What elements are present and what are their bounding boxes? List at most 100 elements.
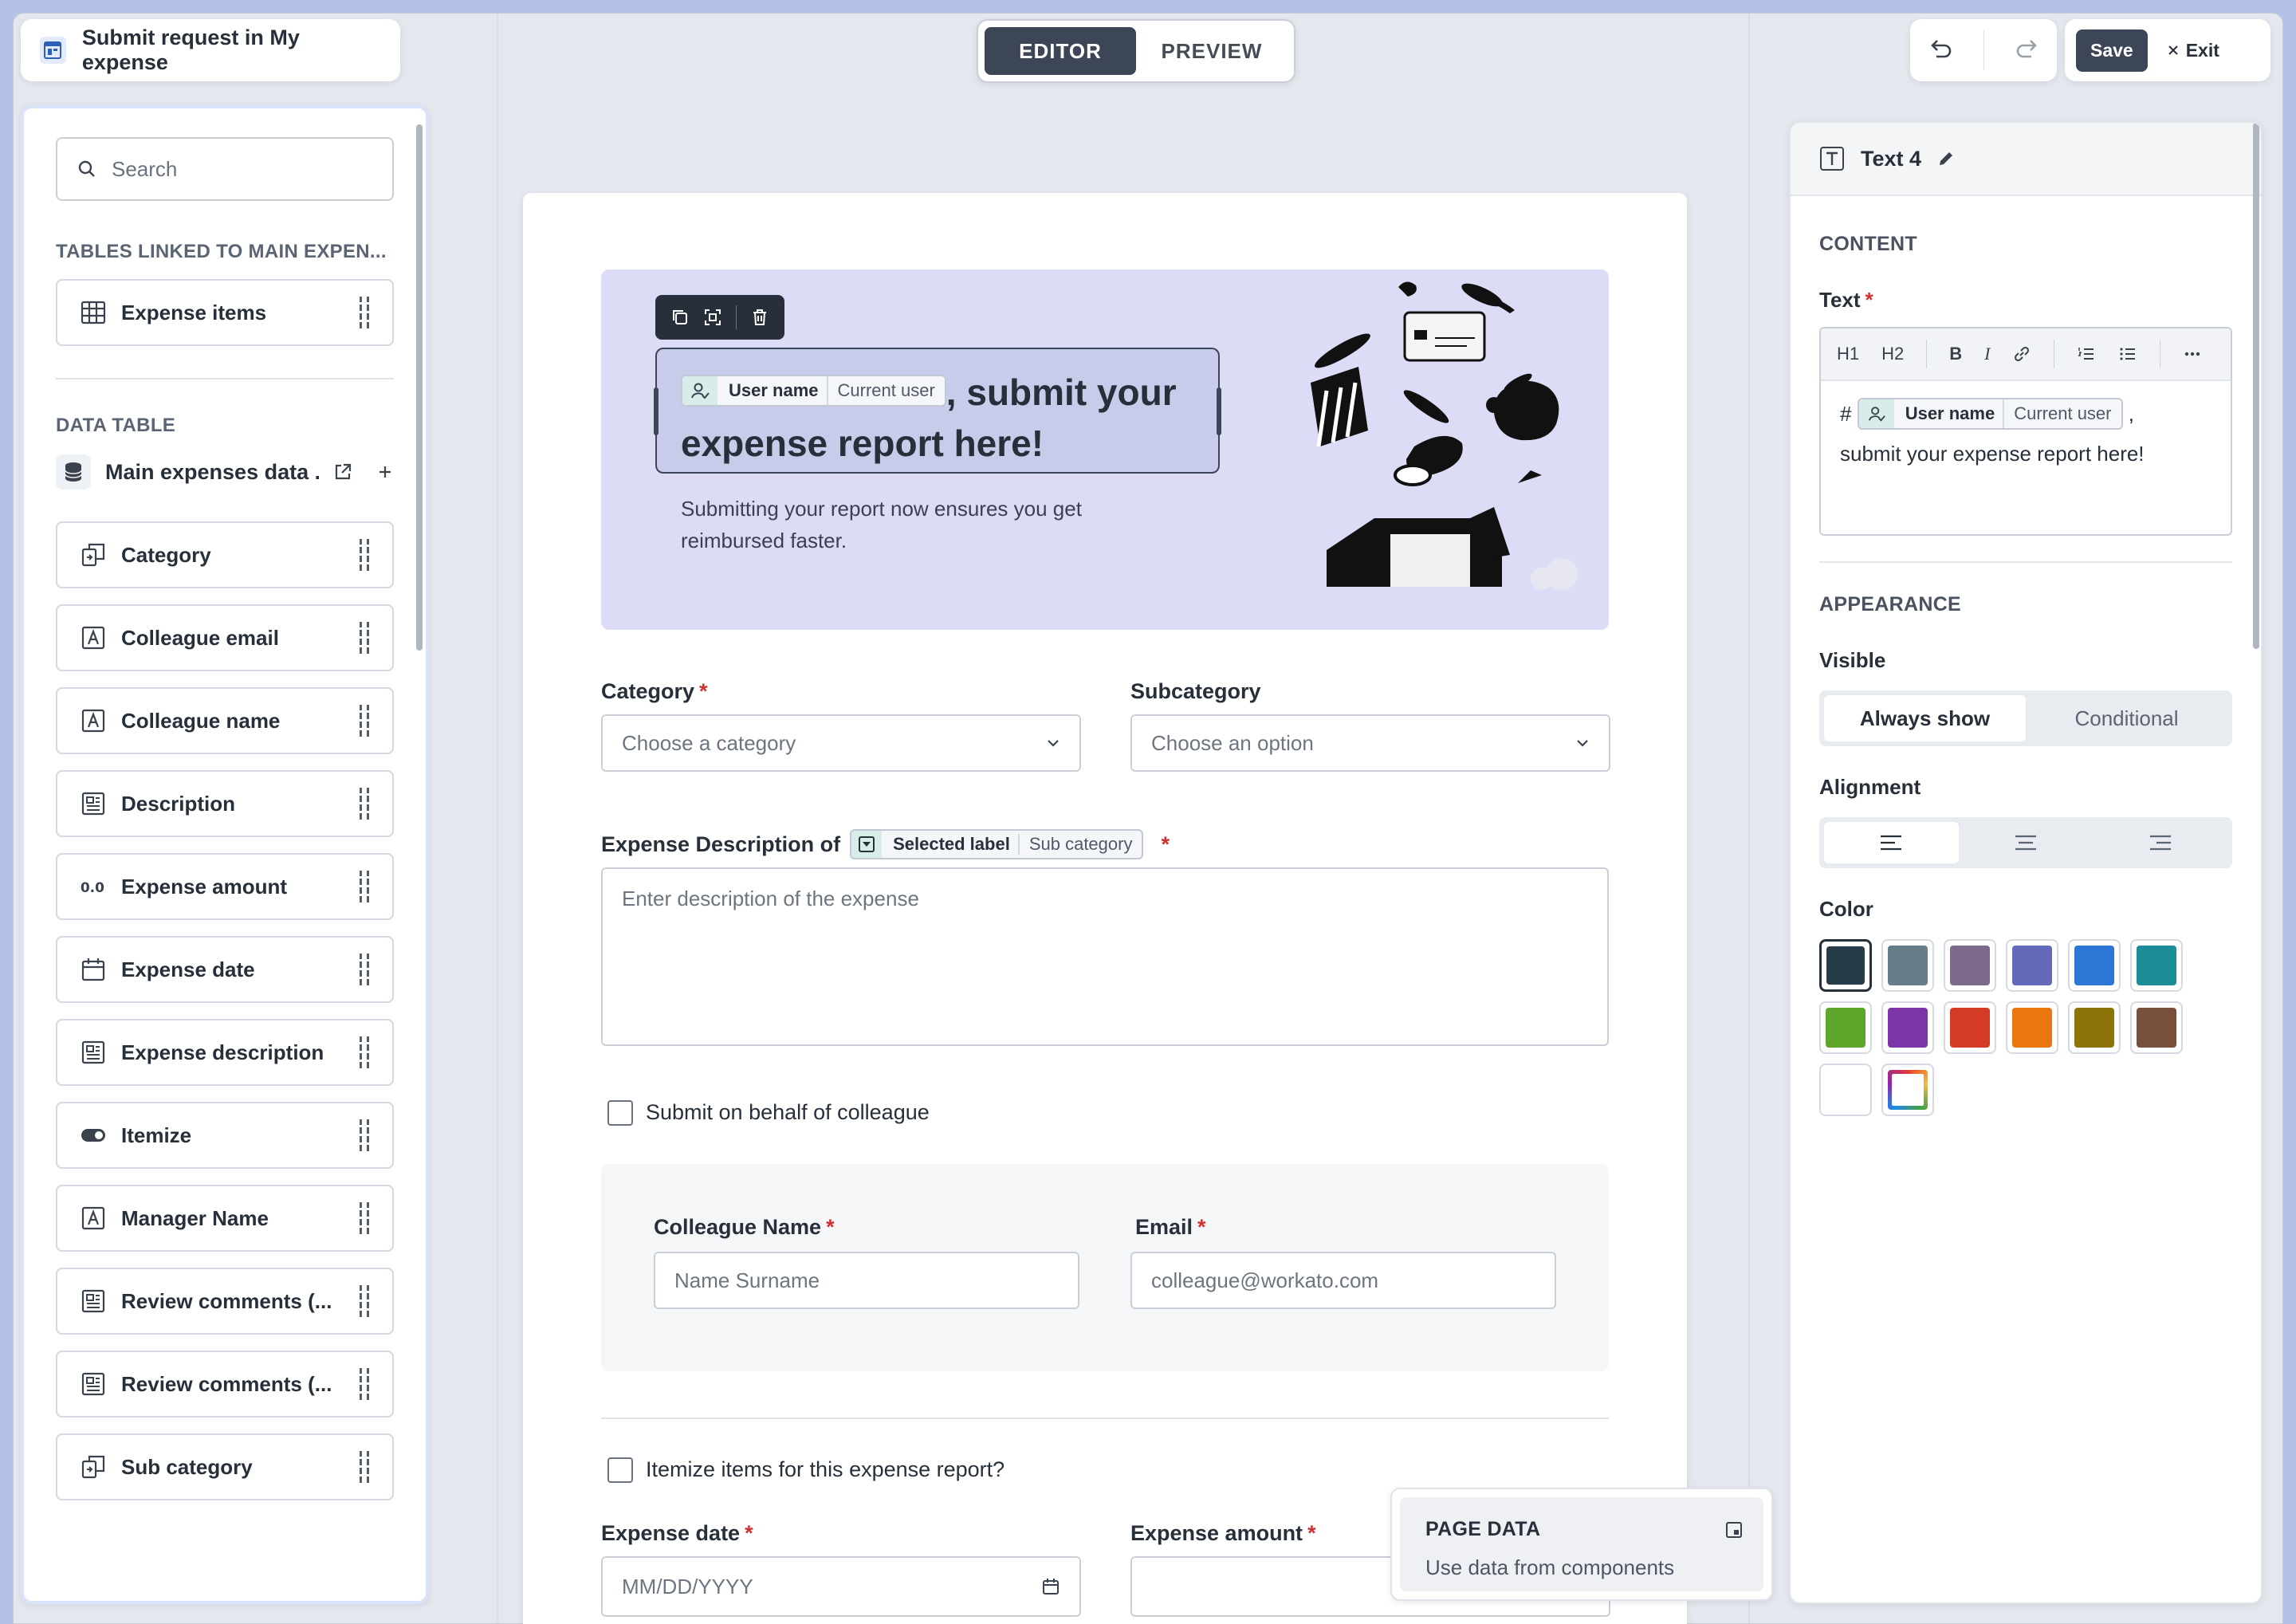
field-item[interactable]: Expense date <box>56 936 394 1003</box>
page-data-popover[interactable]: PAGE DATA Use data from components <box>1390 1488 1773 1601</box>
divider <box>736 305 737 329</box>
description-variable-chip[interactable]: Selected label Sub category <box>850 829 1144 859</box>
color-swatch[interactable] <box>2006 939 2058 992</box>
drag-handle-icon[interactable] <box>357 1366 372 1402</box>
open-external-icon[interactable] <box>333 462 352 482</box>
drag-handle-icon[interactable] <box>357 295 372 330</box>
custom-color-swatch[interactable] <box>1881 1064 1934 1116</box>
drag-handle-icon[interactable] <box>357 537 372 572</box>
color-swatch[interactable] <box>2068 1001 2121 1054</box>
drag-handle-icon[interactable] <box>357 952 372 987</box>
tab-editor[interactable]: EDITOR <box>985 27 1136 75</box>
editor-variable-chip[interactable]: User name Current user <box>1857 398 2123 431</box>
add-icon[interactable] <box>376 463 394 481</box>
drag-handle-icon[interactable] <box>357 786 372 821</box>
drag-handle-icon[interactable] <box>357 620 372 655</box>
link-icon[interactable] <box>2012 344 2031 364</box>
heading2-button[interactable]: H2 <box>1881 344 1904 364</box>
chevron-down-icon <box>1575 738 1590 748</box>
category-select[interactable]: Choose a category <box>601 714 1081 772</box>
editor-content[interactable]: # User name Current user , submit your e… <box>1821 381 2231 486</box>
align-right-option[interactable] <box>2093 822 2227 863</box>
selected-text-component[interactable]: User name Current user , submit your exp… <box>654 348 1221 474</box>
chip-value: Sub category <box>1017 834 1142 855</box>
drag-handle-icon[interactable] <box>357 1035 372 1070</box>
drag-handle-icon[interactable] <box>357 1118 372 1153</box>
drag-handle-icon[interactable] <box>357 1449 372 1484</box>
search-input[interactable]: Search <box>56 137 394 201</box>
undo-icon[interactable] <box>1925 36 1954 65</box>
redo-icon[interactable] <box>2014 36 2042 65</box>
field-item[interactable]: Review comments (... <box>56 1351 394 1418</box>
history-controls <box>1910 19 2057 81</box>
color-swatch[interactable] <box>1819 1001 1872 1054</box>
field-item[interactable]: Description <box>56 770 394 837</box>
subcategory-select[interactable]: Choose an option <box>1130 714 1610 772</box>
right-panel-scrollbar[interactable] <box>2253 123 2259 649</box>
expense-date-input[interactable]: MM/DD/YYYY <box>601 1556 1081 1617</box>
drag-handle-icon[interactable] <box>357 703 372 738</box>
calendar-icon[interactable] <box>1041 1577 1060 1596</box>
left-panel-scrollbar[interactable] <box>416 124 423 651</box>
drag-handle-icon[interactable] <box>357 1201 372 1236</box>
form-canvas: User name Current user , submit your exp… <box>523 193 1687 1624</box>
rich-text-editor[interactable]: H1 H2 B I # User name Current user , sub… <box>1819 327 2232 536</box>
svg-text:0.0: 0.0 <box>81 880 104 896</box>
conditional-option[interactable]: Conditional <box>2026 695 2227 741</box>
color-swatch[interactable] <box>2068 939 2121 992</box>
data-table-name: Main expenses data ... <box>105 459 319 484</box>
color-swatch[interactable] <box>2130 939 2183 992</box>
duplicate-icon[interactable] <box>670 308 690 327</box>
delete-icon[interactable] <box>750 308 769 327</box>
description-textarea[interactable]: Enter description of the expense <box>601 867 1609 1046</box>
drag-handle-icon[interactable] <box>357 869 372 904</box>
color-swatch[interactable] <box>1944 939 1996 992</box>
save-button[interactable]: Save <box>2076 29 2148 72</box>
select-parent-icon[interactable] <box>703 308 722 327</box>
field-item[interactable]: Review comments (... <box>56 1268 394 1335</box>
color-swatch[interactable] <box>2006 1001 2058 1054</box>
behalf-checkbox[interactable] <box>607 1100 633 1126</box>
field-item[interactable]: Colleague email <box>56 604 394 671</box>
numbered-list-icon[interactable] <box>2077 344 2096 364</box>
subcategory-placeholder: Choose an option <box>1151 730 1314 755</box>
align-center-option[interactable] <box>1959 822 2094 863</box>
data-table-source[interactable]: Main expenses data ... <box>56 454 394 490</box>
field-item[interactable]: 0.0 Expense amount <box>56 853 394 920</box>
itemize-checkbox[interactable] <box>607 1457 633 1483</box>
relation-icon <box>80 541 107 568</box>
field-item[interactable]: Colleague name <box>56 687 394 754</box>
edit-name-icon[interactable] <box>1937 150 1955 167</box>
field-item[interactable]: Itemize <box>56 1102 394 1169</box>
more-options-icon[interactable] <box>2183 344 2202 364</box>
email-input[interactable]: colleague@workato.com <box>1130 1252 1556 1309</box>
heading1-button[interactable]: H1 <box>1837 344 1859 364</box>
variable-chip[interactable]: User name Current user <box>681 374 946 407</box>
expand-panel-icon[interactable] <box>1725 1521 1743 1539</box>
page-icon <box>40 37 66 64</box>
bullet-list-icon[interactable] <box>2118 344 2137 364</box>
color-swatch[interactable] <box>1944 1001 1996 1054</box>
field-item[interactable]: Manager Name <box>56 1185 394 1252</box>
always-show-option[interactable]: Always show <box>1824 695 2026 741</box>
color-swatch[interactable] <box>1819 1064 1872 1116</box>
field-item[interactable]: Category <box>56 521 394 588</box>
bold-button[interactable]: B <box>1949 344 1962 364</box>
colleague-name-input[interactable]: Name Surname <box>654 1252 1079 1309</box>
align-left-option[interactable] <box>1824 822 1959 863</box>
color-swatch[interactable] <box>1881 939 1934 992</box>
drag-handle-icon[interactable] <box>357 1284 372 1319</box>
italic-button[interactable]: I <box>1984 344 1990 364</box>
color-swatch[interactable] <box>2130 1001 2183 1054</box>
field-item[interactable]: Expense description <box>56 1019 394 1086</box>
exit-button[interactable]: Exit <box>2167 40 2219 61</box>
color-swatch[interactable] <box>1881 1001 1934 1054</box>
resize-handle-left[interactable] <box>654 387 659 435</box>
field-item[interactable]: Sub category <box>56 1433 394 1500</box>
linked-table-item[interactable]: Expense items <box>56 279 394 346</box>
field-label: Itemize <box>121 1123 192 1147</box>
visible-label: Visible <box>1819 648 1886 672</box>
color-swatch[interactable] <box>1819 939 1872 992</box>
tab-preview[interactable]: PREVIEW <box>1136 27 1288 75</box>
resize-handle-right[interactable] <box>1217 387 1221 435</box>
